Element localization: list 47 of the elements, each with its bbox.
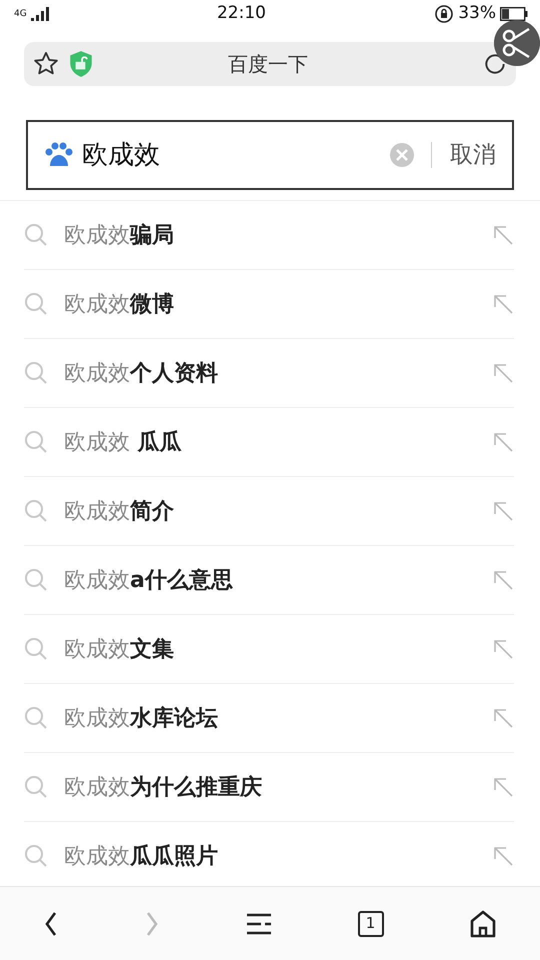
fill-arrow-icon[interactable]	[492, 362, 514, 384]
suggestion-item[interactable]: 欧成效个人资料	[24, 339, 514, 408]
suggestion-item[interactable]: 欧成效 瓜瓜	[24, 408, 514, 477]
network-label: 4G	[14, 8, 27, 20]
search-field[interactable]: 欧成效 取消	[26, 120, 514, 190]
search-icon	[24, 430, 48, 454]
menu-icon[interactable]	[246, 912, 272, 936]
scissors-icon[interactable]	[494, 20, 540, 66]
suggestion-item[interactable]: 欧成效水库论坛	[24, 684, 514, 753]
search-icon	[24, 223, 48, 247]
search-icon	[24, 568, 48, 592]
shield-icon[interactable]	[68, 50, 94, 78]
fill-arrow-icon[interactable]	[492, 500, 514, 522]
fill-arrow-icon[interactable]	[492, 638, 514, 660]
fill-arrow-icon[interactable]	[492, 776, 514, 798]
address-bar[interactable]: 百度一下	[24, 42, 516, 86]
fill-arrow-icon[interactable]	[492, 707, 514, 729]
home-icon[interactable]	[469, 910, 498, 938]
suggestion-item[interactable]: 欧成效a什么意思	[24, 546, 514, 615]
signal-icon	[30, 7, 49, 21]
suggestion-item[interactable]: 欧成效文集	[24, 615, 514, 684]
search-icon	[24, 292, 48, 316]
fill-arrow-icon[interactable]	[492, 569, 514, 591]
search-icon	[24, 499, 48, 523]
clear-icon[interactable]	[389, 142, 415, 168]
suggestion-item[interactable]: 欧成效微博	[24, 270, 514, 339]
fill-arrow-icon[interactable]	[492, 845, 514, 867]
battery-percent: 33%	[458, 2, 496, 26]
battery-icon	[500, 7, 528, 21]
search-icon	[24, 844, 48, 868]
tabs-button[interactable]: 1	[358, 910, 384, 936]
search-text: 欧成效	[82, 138, 161, 172]
search-icon	[24, 706, 48, 730]
fill-arrow-icon[interactable]	[492, 431, 514, 453]
suggestion-item[interactable]: 欧成效骗局	[24, 201, 514, 270]
cancel-button[interactable]: 取消	[431, 142, 496, 168]
suggestion-item[interactable]: 欧成效为什么推重庆	[24, 753, 514, 822]
fill-arrow-icon[interactable]	[492, 293, 514, 315]
search-icon	[24, 361, 48, 385]
rotation-lock-icon	[434, 4, 454, 24]
back-icon[interactable]	[42, 910, 59, 938]
suggestion-item[interactable]: 欧成效简介	[24, 477, 514, 546]
search-icon	[24, 637, 48, 661]
search-icon	[24, 775, 48, 799]
page-title: 百度一下	[227, 51, 309, 78]
fill-arrow-icon[interactable]	[492, 224, 514, 246]
status-time: 22:10	[216, 2, 266, 26]
